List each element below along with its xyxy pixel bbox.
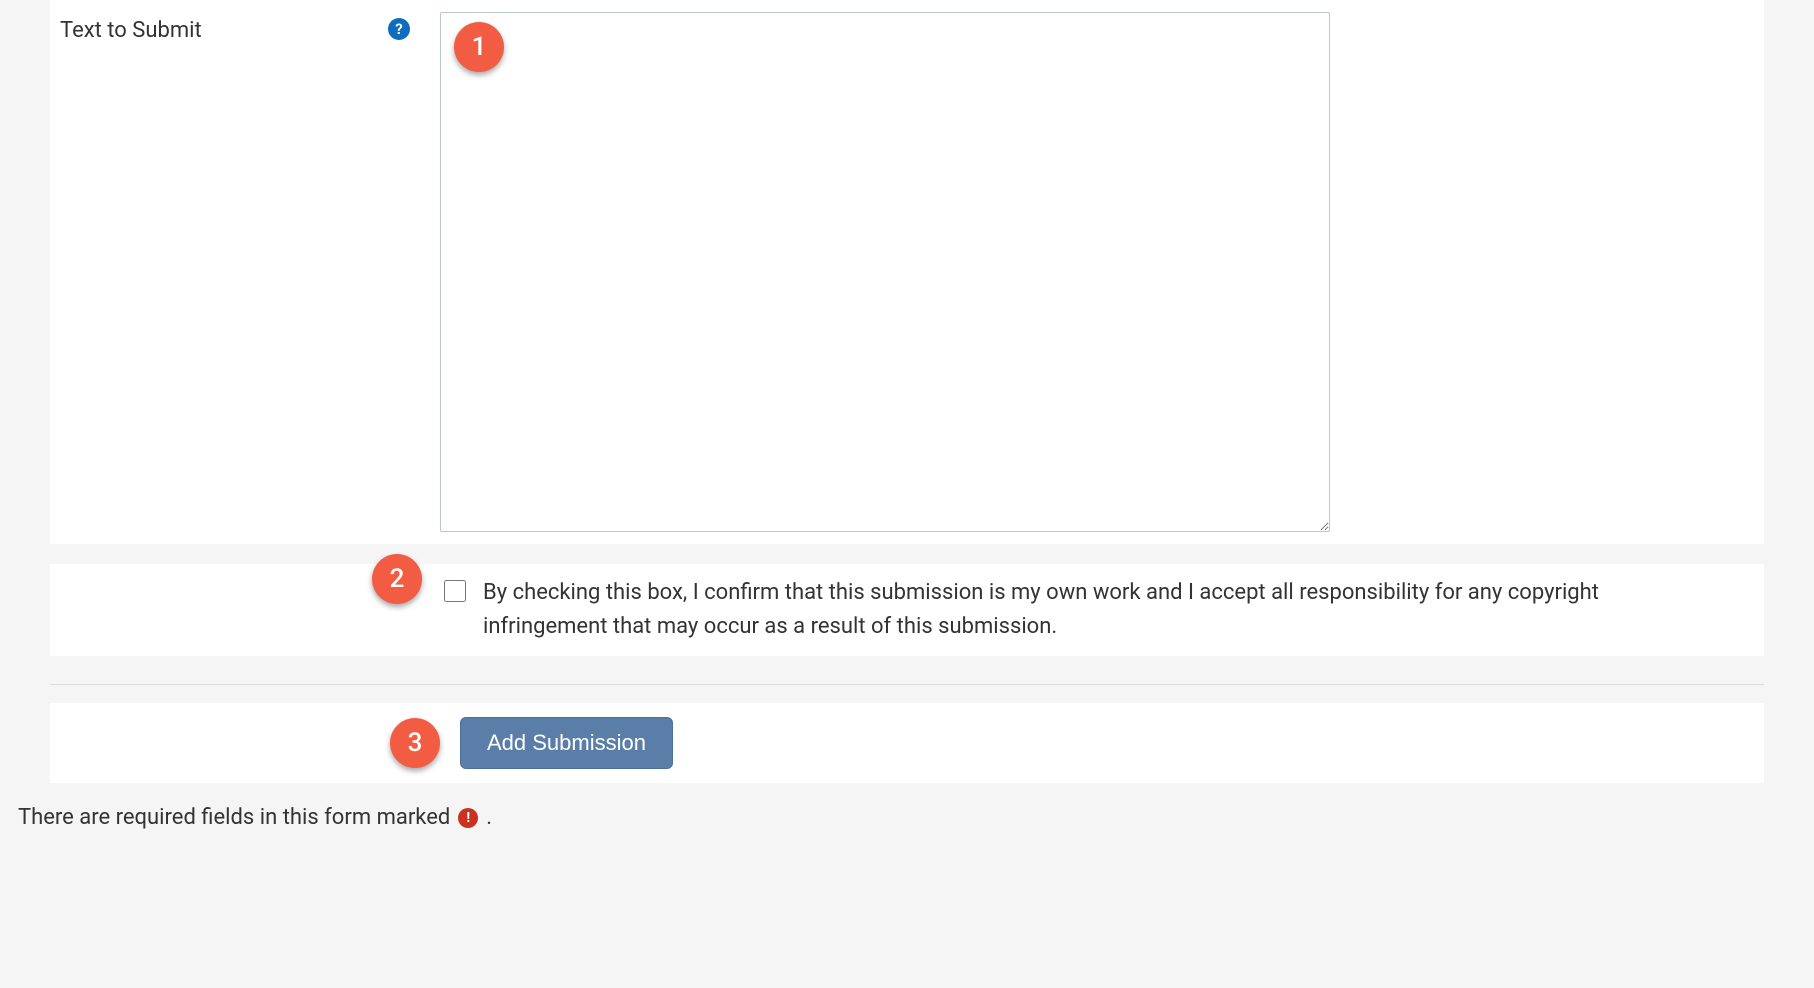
confirm-row: 2 By checking this box, I confirm that t…: [50, 564, 1764, 656]
confirm-label-col: 2: [50, 576, 440, 582]
required-icon: !: [458, 808, 478, 828]
callout-badge-1: 1: [454, 22, 504, 72]
text-to-submit-textarea[interactable]: [440, 12, 1330, 532]
confirm-checkbox-wrap: By checking this box, I confirm that thi…: [440, 576, 1764, 644]
confirm-checkbox[interactable]: [444, 580, 466, 602]
help-icon[interactable]: ?: [388, 18, 410, 40]
confirm-checkbox-label: By checking this box, I confirm that thi…: [483, 576, 1724, 644]
submit-row: 3 Add Submission: [50, 703, 1764, 783]
submission-form: Text to Submit ? 1 2 By checking this bo…: [0, 0, 1814, 850]
required-note-prefix: There are required fields in this form m…: [18, 805, 450, 830]
required-fields-note: There are required fields in this form m…: [18, 805, 1804, 830]
confirm-input-col: By checking this box, I confirm that thi…: [440, 576, 1764, 644]
text-to-submit-row: Text to Submit ? 1: [50, 0, 1764, 544]
callout-badge-2: 2: [372, 554, 422, 604]
text-to-submit-label-col: Text to Submit ?: [50, 12, 440, 43]
required-note-suffix: .: [486, 805, 492, 830]
text-to-submit-input-col: 1: [440, 12, 1764, 532]
section-divider: [50, 684, 1764, 685]
text-to-submit-label: Text to Submit: [60, 18, 202, 43]
callout-badge-3: 3: [390, 718, 440, 768]
add-submission-button[interactable]: Add Submission: [460, 717, 673, 769]
